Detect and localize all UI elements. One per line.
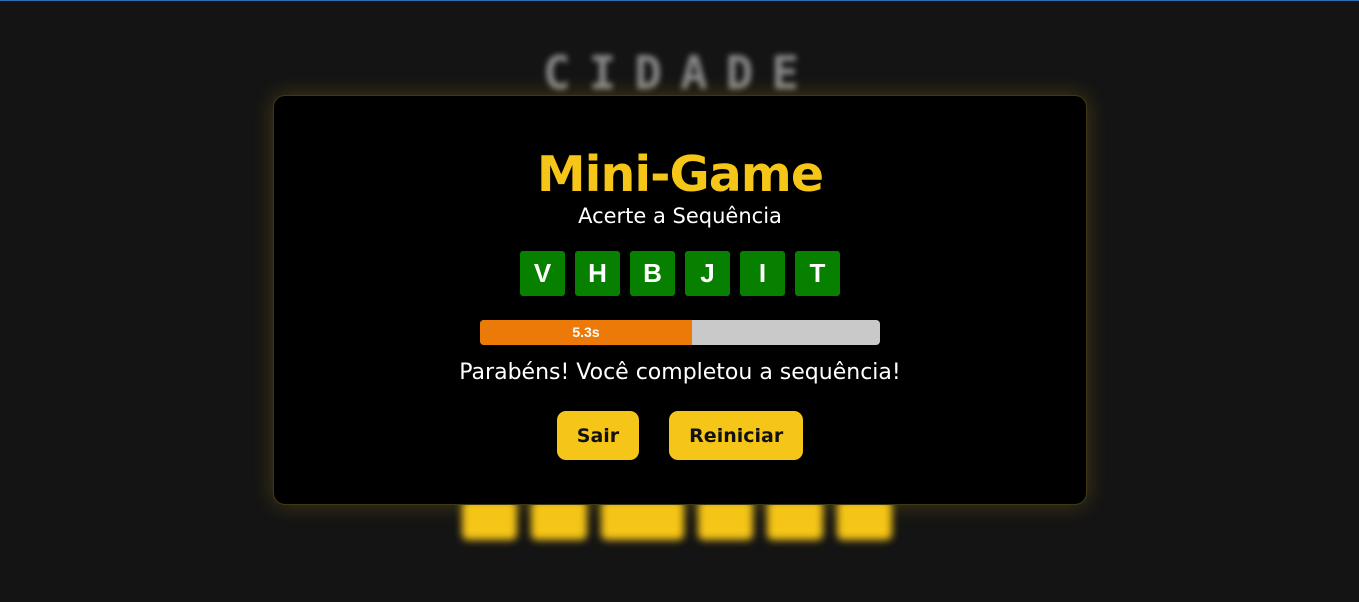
sequence-key: V [520, 251, 565, 296]
timer-label: 5.3s [572, 324, 600, 340]
modal-actions: Sair Reiniciar [274, 411, 1086, 460]
sequence-key: B [630, 251, 675, 296]
sequence-key: I [740, 251, 785, 296]
exit-button[interactable]: Sair [556, 411, 640, 460]
restart-button[interactable]: Reiniciar [669, 411, 804, 460]
background-button [767, 500, 823, 540]
sequence-key: J [685, 251, 730, 296]
background-button-row [462, 500, 893, 540]
sequence-key: H [575, 251, 620, 296]
timer-bar: 5.3s [480, 320, 880, 345]
modal-title: Mini-Game [536, 146, 824, 203]
minigame-modal: Mini-Game Acerte a Sequência V H B J I T… [273, 95, 1087, 505]
key-sequence: V H B J I T [274, 251, 1086, 296]
background-button [836, 500, 893, 540]
modal-subtitle: Acerte a Sequência [578, 204, 782, 228]
background-button [697, 500, 754, 540]
background-button [600, 500, 684, 540]
background-button [462, 500, 518, 540]
sequence-key: T [795, 251, 840, 296]
background-title: CIDADE [542, 46, 818, 100]
background-button [531, 500, 587, 540]
result-message: Parabéns! Você completou a sequência! [459, 360, 901, 385]
